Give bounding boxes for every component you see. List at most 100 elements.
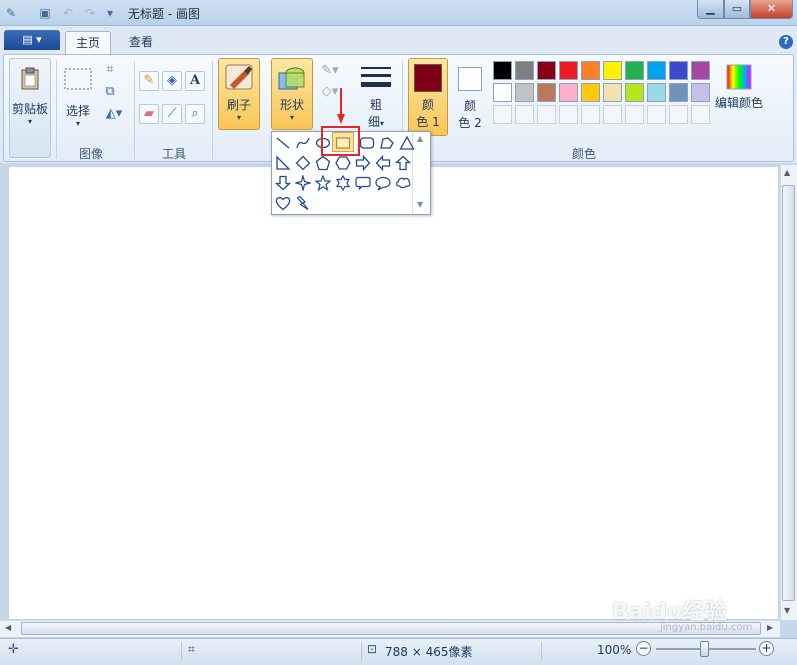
vertical-scroll-thumb[interactable] xyxy=(782,185,795,601)
drawing-canvas[interactable] xyxy=(8,166,779,620)
color-swatch[interactable] xyxy=(493,61,512,80)
custom-color-slot[interactable] xyxy=(647,105,666,124)
text-icon[interactable]: A xyxy=(185,71,205,91)
custom-color-slot[interactable] xyxy=(493,105,512,124)
shape-up-arrow-icon[interactable] xyxy=(393,153,413,173)
shape-polygon-icon[interactable] xyxy=(377,133,397,153)
clipboard-button[interactable]: 剪贴板 ▾ xyxy=(9,58,51,158)
shape-oval-callout-icon[interactable] xyxy=(373,173,393,193)
color-swatch[interactable] xyxy=(537,61,556,80)
shape-down-arrow-icon[interactable] xyxy=(273,173,293,193)
custom-color-slot[interactable] xyxy=(669,105,688,124)
shape-right-triangle-icon[interactable] xyxy=(273,153,293,173)
tab-home[interactable]: 主页 xyxy=(65,31,111,54)
shape-curve-icon[interactable] xyxy=(293,133,313,153)
shape-rounded-callout-icon[interactable] xyxy=(353,173,373,193)
selected-shape-highlight-box xyxy=(321,126,360,156)
custom-color-slot[interactable] xyxy=(603,105,622,124)
custom-color-slot[interactable] xyxy=(691,105,710,124)
rotate-icon[interactable]: ◭▾ xyxy=(100,105,128,125)
color1-button[interactable]: 颜 色 1 xyxy=(408,58,448,136)
scroll-down-icon[interactable]: ▼ xyxy=(784,606,790,615)
clipboard-icon xyxy=(21,67,39,90)
save-icon[interactable]: ▣ xyxy=(37,5,53,21)
color2-label-line1: 颜 xyxy=(463,99,476,113)
color-picker-icon[interactable]: ⟋ xyxy=(162,104,182,124)
magnifier-icon[interactable]: ⌕ xyxy=(185,104,205,124)
window-title: 无标题 - 画图 xyxy=(128,7,200,21)
color-swatch[interactable] xyxy=(515,61,534,80)
custom-color-slot[interactable] xyxy=(515,105,534,124)
color-swatch[interactable] xyxy=(581,83,600,102)
minimize-button[interactable]: ▁ xyxy=(697,0,724,19)
resize-icon[interactable]: ⧉ xyxy=(100,83,120,103)
color-swatch[interactable] xyxy=(603,61,622,80)
pencil-icon[interactable]: ✎ xyxy=(139,71,159,91)
color-swatch[interactable] xyxy=(647,61,666,80)
brushes-button[interactable]: 刷子 ▾ xyxy=(218,58,260,130)
color-swatch[interactable] xyxy=(581,61,600,80)
color-swatch[interactable] xyxy=(625,61,644,80)
color-swatch[interactable] xyxy=(669,61,688,80)
zoom-out-button[interactable]: − xyxy=(636,641,651,656)
select-label: 选择 xyxy=(65,104,90,118)
quick-access-dropdown-icon[interactable]: ▾ xyxy=(102,5,118,21)
paint-app-icon[interactable]: ✎ xyxy=(3,5,19,21)
tab-view[interactable]: 查看 xyxy=(118,31,164,54)
custom-color-slot[interactable] xyxy=(625,105,644,124)
color-swatch[interactable] xyxy=(603,83,622,102)
crop-icon[interactable]: ⌗ xyxy=(100,61,120,81)
scroll-up-icon[interactable]: ▲ xyxy=(784,168,790,177)
color-swatch[interactable] xyxy=(559,61,578,80)
shape-right-arrow-icon[interactable] xyxy=(353,153,373,173)
shape-diamond-icon[interactable] xyxy=(293,153,313,173)
color-swatch[interactable] xyxy=(515,83,534,102)
shapes-button[interactable]: 形状 ▾ xyxy=(271,58,313,130)
size-button[interactable]: 粗 细▾ xyxy=(356,58,396,138)
shape-lightning-icon[interactable] xyxy=(293,193,313,213)
shape-hexagon-icon[interactable] xyxy=(333,153,353,173)
edit-colors-button[interactable]: 编辑颜色 xyxy=(711,58,767,120)
color-swatch[interactable] xyxy=(625,83,644,102)
dropdown-scroll-down-icon[interactable]: ▼ xyxy=(417,200,423,209)
close-button[interactable]: ✕ xyxy=(750,0,793,19)
color1-swatch xyxy=(414,64,442,92)
color-swatch[interactable] xyxy=(691,61,710,80)
select-button[interactable]: 选择 ▾ xyxy=(59,58,97,140)
shape-pentagon-icon[interactable] xyxy=(313,153,333,173)
custom-color-slot[interactable] xyxy=(537,105,556,124)
scroll-left-icon[interactable]: ◀ xyxy=(5,623,11,632)
color-swatch[interactable] xyxy=(559,83,578,102)
zoom-slider-thumb[interactable] xyxy=(700,641,709,657)
separator xyxy=(134,61,135,159)
color-swatch[interactable] xyxy=(647,83,666,102)
fill-bucket-icon[interactable]: ◈ xyxy=(162,71,182,91)
color2-button[interactable]: 颜 色 2 xyxy=(452,58,488,136)
outline-icon[interactable]: ✎▾ xyxy=(317,62,343,82)
watermark-url: jingyan.baidu.com xyxy=(660,622,753,633)
custom-color-slot[interactable] xyxy=(581,105,600,124)
maximize-button[interactable]: ▭ xyxy=(724,0,750,19)
help-icon[interactable]: ? xyxy=(779,35,793,49)
shape-four-point-star-icon[interactable] xyxy=(293,173,313,193)
undo-icon[interactable]: ↶ xyxy=(60,5,76,21)
scroll-right-icon[interactable]: ▶ xyxy=(767,623,773,632)
shape-heart-icon[interactable] xyxy=(273,193,293,213)
color-swatch[interactable] xyxy=(493,83,512,102)
redo-icon[interactable]: ↷ xyxy=(82,5,98,21)
shape-triangle-icon[interactable] xyxy=(397,133,417,153)
shape-rounded-rectangle-icon[interactable] xyxy=(357,133,377,153)
custom-color-slot[interactable] xyxy=(559,105,578,124)
shape-left-arrow-icon[interactable] xyxy=(373,153,393,173)
shape-six-point-star-icon[interactable] xyxy=(333,173,353,193)
shape-cloud-callout-icon[interactable] xyxy=(393,173,413,193)
eraser-icon[interactable]: ▰ xyxy=(139,104,159,124)
app-menu-button[interactable]: ▤ ▾ xyxy=(4,30,60,50)
color-swatch[interactable] xyxy=(691,83,710,102)
shape-five-point-star-icon[interactable] xyxy=(313,173,333,193)
shape-line-icon[interactable] xyxy=(273,133,293,153)
dropdown-scroll-up-icon[interactable]: ▲ xyxy=(417,134,423,143)
color-swatch[interactable] xyxy=(537,83,556,102)
color-swatch[interactable] xyxy=(669,83,688,102)
zoom-in-button[interactable]: + xyxy=(759,641,774,656)
